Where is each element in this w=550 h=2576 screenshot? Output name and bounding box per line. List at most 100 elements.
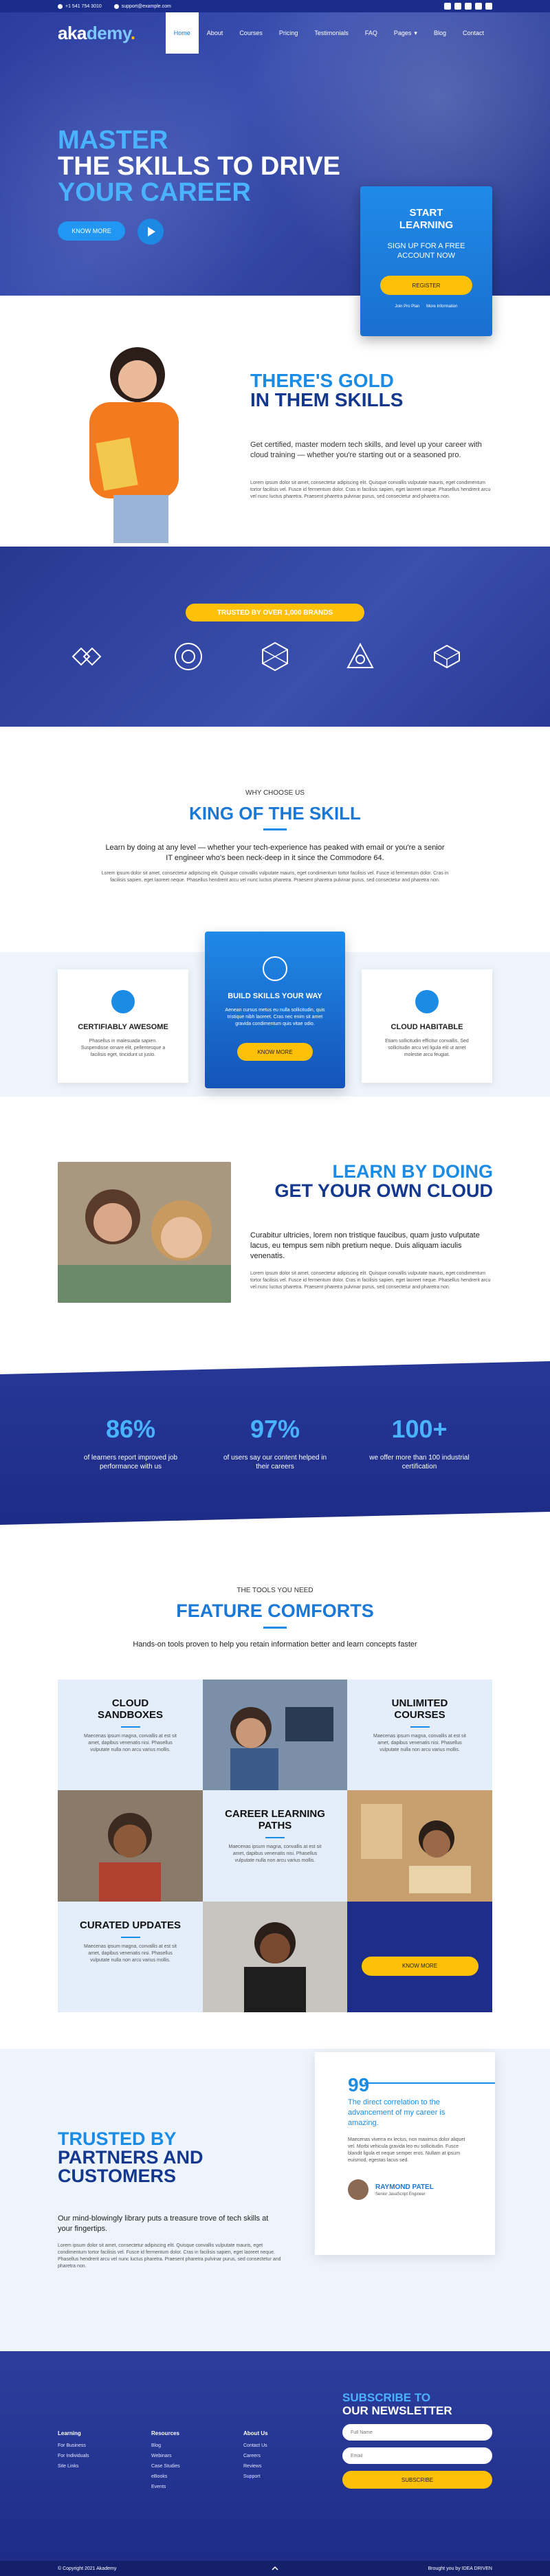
stat-number: 86%	[105, 1415, 156, 1443]
instagram-icon[interactable]	[465, 3, 472, 10]
email-item[interactable]: support@example.com	[113, 3, 171, 9]
cell-title: CLOUD SANDBOXES	[97, 1697, 164, 1721]
brand-logo-2	[175, 643, 202, 670]
cell-desc: Maecenas ipsum magna, convallis at est s…	[83, 1734, 177, 1752]
stat-item: 86% of learners report improved job perfo…	[62, 1415, 199, 1471]
footer-link[interactable]: For Individuals	[58, 2454, 89, 2458]
register-button[interactable]: REGISTER	[380, 276, 472, 295]
king-title: KING OF THE SKILL	[189, 803, 361, 824]
nav-item-courses[interactable]: Courses	[231, 12, 271, 54]
email-input[interactable]	[342, 2447, 492, 2464]
hero-headline: MASTER THE SKILLS TO DRIVE YOUR CAREER	[58, 127, 388, 206]
stat-item: 97% of users say our content helped in th…	[206, 1415, 344, 1471]
footer-link[interactable]: Blog	[151, 2443, 180, 2448]
feature-desc: Phasellus in malesuada sapien. Suspendis…	[80, 1039, 166, 1057]
gold-title-line-2: IN THEM SKILLS	[250, 389, 404, 410]
man-smiling-image	[58, 1790, 203, 1902]
nav-item-testimonials[interactable]: Testimonials	[306, 12, 357, 54]
footer-link[interactable]: Events	[151, 2485, 180, 2489]
site-logo[interactable]: akademy.	[58, 23, 135, 44]
cloud-title-line-1: LEARN BY DOING	[332, 1161, 493, 1182]
footer-link[interactable]: Support	[243, 2474, 268, 2479]
gold-body: Lorem ipsum dolor sit amet, consectetur …	[250, 481, 491, 499]
testimonial-body: Maecenas viverra ex lectus, non maximus …	[348, 2137, 465, 2163]
footer-link[interactable]: Case Studies	[151, 2464, 180, 2469]
comfort-cell-updates: CURATED UPDATES Maecenas ipsum magna, con…	[58, 1902, 203, 2012]
newsletter-title-line-1: SUBSCRIBE TO	[342, 2391, 431, 2404]
building-icon	[263, 956, 287, 981]
footer-link[interactable]: Careers	[243, 2454, 268, 2458]
phone-item[interactable]: +1 541 754 3010	[58, 3, 102, 9]
nav-item-blog[interactable]: Blog	[426, 12, 454, 54]
cell-title: CURATED UPDATES	[80, 1919, 181, 1931]
start-card-links: Join Pro Plan More Information	[360, 305, 492, 309]
feature-title: BUILD SKILLS YOUR WAY	[228, 992, 322, 1000]
nav-item-pages[interactable]: Pages ▾	[386, 12, 426, 54]
main-nav: akademy. Home About Courses Pricing Test…	[0, 12, 550, 54]
footer-link[interactable]: Contact Us	[243, 2443, 268, 2448]
trusted-title: TRUSTED BY PARTNERS AND CUSTOMERS	[58, 2130, 264, 2186]
feature-card-certifiable: CERTIFIABLY AWESOME Phasellus in malesua…	[58, 969, 188, 1083]
cell-divider	[265, 1837, 285, 1838]
cell-desc: Maecenas ipsum magna, convallis at est s…	[373, 1734, 466, 1752]
cloud-title-line-2: GET YOUR OWN CLOUD	[274, 1180, 493, 1201]
comforts-lead: Hands-on tools proven to help you retain…	[133, 1640, 417, 1649]
twitter-icon[interactable]	[454, 3, 461, 10]
student-image	[89, 347, 179, 543]
footer-col-heading: About Us	[243, 2430, 268, 2436]
woman-desk-image	[203, 1902, 347, 2012]
footer-col-about: About Us Contact Us Careers Reviews Supp…	[243, 2430, 268, 2485]
stat-label: of learners report improved job performa…	[83, 1454, 178, 1471]
stat-number: 100+	[391, 1415, 448, 1443]
youtube-icon[interactable]	[485, 3, 492, 10]
students-laptop-image	[58, 1162, 231, 1303]
full-name-input[interactable]	[342, 2424, 492, 2441]
facebook-icon[interactable]	[444, 3, 451, 10]
logo-dot: .	[130, 22, 135, 43]
credit: Brought you by IDEA DRIVEN	[428, 2566, 492, 2571]
linkedin-icon[interactable]	[475, 3, 482, 10]
brand-logo-4	[346, 642, 374, 668]
nav-item-home[interactable]: Home	[165, 12, 199, 54]
footer-link[interactable]: eBooks	[151, 2474, 180, 2479]
cell-desc: Maecenas ipsum magna, convallis at est s…	[83, 1944, 177, 1963]
scroll-top-icon[interactable]	[272, 2565, 278, 2572]
trusted-title-line-2: PARTNERS AND	[58, 2147, 204, 2168]
trusted-body: Lorem ipsum dolor sit amet, consectetur …	[58, 2243, 281, 2269]
king-divider	[263, 828, 287, 830]
nav-item-about[interactable]: About	[199, 12, 232, 54]
cloud-lead: Curabitur ultricies, lorem non tristique…	[250, 1231, 480, 1260]
social-links	[444, 3, 492, 10]
nav-item-contact[interactable]: Contact	[454, 12, 492, 54]
man-laptop-image	[347, 1790, 492, 1902]
trusted-title-line-3: CUSTOMERS	[58, 2166, 177, 2186]
phone-text: +1 541 754 3010	[65, 3, 102, 9]
footer-link[interactable]: Webinars	[151, 2454, 180, 2458]
footer-link[interactable]: Reviews	[243, 2464, 268, 2469]
join-pro-link[interactable]: Join Pro Plan	[395, 305, 419, 309]
know-more-button[interactable]: KNOW MORE	[58, 221, 125, 241]
comforts-grid: CLOUD SANDBOXES Maecenas ipsum magna, con…	[58, 1680, 492, 2012]
play-video-button[interactable]	[138, 219, 164, 245]
logo-part-b: demy	[86, 22, 131, 43]
trusted-brands-badge: TRUSTED BY OVER 1,000 BRANDS	[186, 604, 364, 621]
nav-item-pricing[interactable]: Pricing	[271, 12, 307, 54]
feature-card-cloud: CLOUD HABITABLE Etiam sollicitudin effic…	[362, 969, 492, 1083]
footer-link[interactable]: For Business	[58, 2443, 89, 2448]
more-info-link[interactable]: More Information	[426, 305, 457, 309]
feature-title: CERTIFIABLY AWESOME	[78, 1023, 168, 1031]
cell-divider	[410, 1726, 430, 1728]
nav-menu: Home About Courses Pricing Testimonials …	[165, 12, 492, 54]
tools-kicker: THE TOOLS YOU NEED	[236, 1587, 314, 1594]
start-card-subtitle: SIGN UP FOR A FREE ACCOUNT NOW	[387, 242, 465, 260]
cell-divider	[120, 1937, 140, 1938]
feature-know-more-button[interactable]: KNOW MORE	[237, 1043, 313, 1061]
author-name: RAYMOND PATEL	[375, 2183, 434, 2191]
nav-item-faq[interactable]: FAQ	[357, 12, 386, 54]
footer-link[interactable]: Site Links	[58, 2464, 89, 2469]
cloud-upload-icon	[415, 990, 439, 1013]
comforts-know-more-button[interactable]: KNOW MORE	[361, 1956, 478, 1976]
subscribe-button[interactable]: SUBSCRIBE	[342, 2471, 492, 2489]
brand-logo-3	[262, 641, 288, 672]
cloud-body: Lorem ipsum dolor sit amet, consectetur …	[250, 1271, 491, 1290]
